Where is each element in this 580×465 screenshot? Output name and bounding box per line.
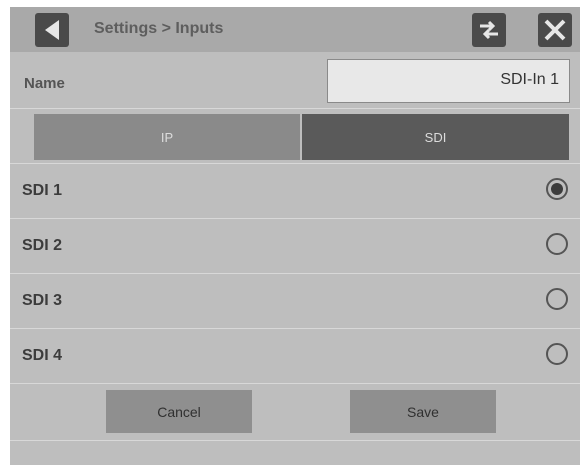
settings-panel: Settings > Inputs Name SDI-In 1 IP SDI S… [10,7,580,465]
input-type-tabs: IP SDI [10,108,580,164]
swap-button[interactable] [472,13,506,47]
action-bar: Cancel Save [10,384,580,441]
swap-icon [480,20,498,40]
sdi-input-label: SDI 4 [22,347,63,364]
radio-selected-dot [551,183,563,195]
sdi-input-label: SDI 2 [22,237,63,254]
sdi-input-label: SDI 1 [22,182,63,199]
close-button[interactable] [538,13,572,47]
sdi-input-label: SDI 3 [22,292,63,309]
radio-button[interactable] [546,288,568,310]
save-button[interactable]: Save [350,390,496,433]
back-arrow-icon [45,20,59,40]
close-icon [544,19,566,41]
name-row: Name SDI-In 1 [10,58,580,109]
back-button[interactable] [35,13,69,47]
sdi-input-row[interactable]: SDI 4 [10,329,580,384]
sdi-input-row[interactable]: SDI 1 [10,164,580,219]
name-input[interactable]: SDI-In 1 [327,59,570,103]
radio-button[interactable] [546,233,568,255]
sdi-input-row[interactable]: SDI 2 [10,219,580,274]
tab-ip[interactable]: IP [34,114,300,160]
tab-sdi[interactable]: SDI [302,114,569,160]
page-title: Settings > Inputs [94,20,224,37]
name-label: Name [24,75,65,92]
radio-button[interactable] [546,178,568,200]
sdi-input-row[interactable]: SDI 3 [10,274,580,329]
cancel-button[interactable]: Cancel [106,390,252,433]
radio-button[interactable] [546,343,568,365]
title-bar: Settings > Inputs [10,7,580,52]
